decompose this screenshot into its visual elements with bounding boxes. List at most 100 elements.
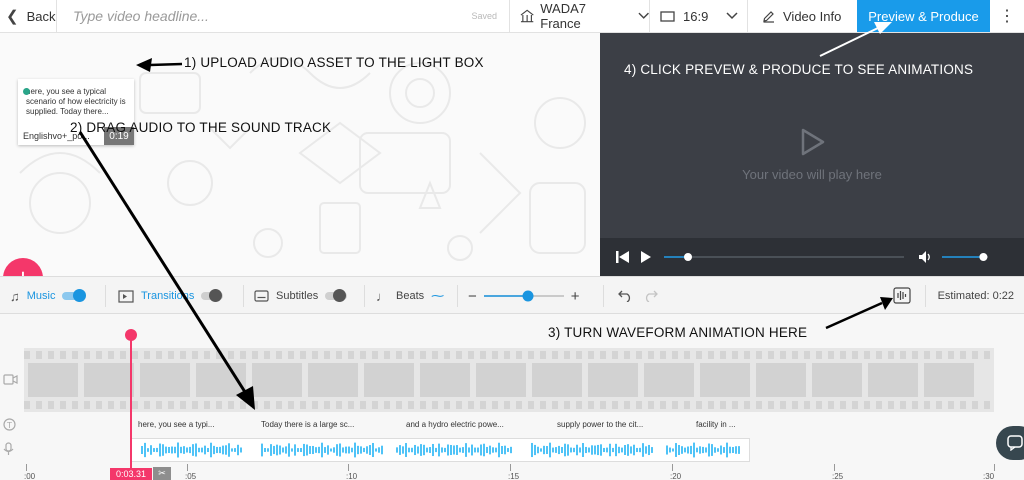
waveform-bar	[669, 447, 671, 453]
video-frame	[868, 363, 918, 397]
volume-slider[interactable]	[942, 250, 988, 264]
waveform-bar	[594, 445, 596, 455]
caption-segment[interactable]: facility in ...	[696, 420, 736, 429]
waveform-animation-button[interactable]	[893, 287, 911, 304]
waveform-bar	[219, 446, 221, 454]
waveform-bar	[378, 447, 380, 453]
undo-icon[interactable]	[618, 289, 633, 302]
play-large-icon[interactable]	[800, 127, 826, 157]
waveform-bar	[342, 447, 344, 453]
waveform-bar	[462, 447, 464, 453]
playhead-handle[interactable]	[125, 329, 137, 341]
music-toggle[interactable]	[62, 289, 87, 302]
volume-icon[interactable]	[918, 250, 932, 264]
subtitles-toggle[interactable]	[325, 289, 348, 302]
playhead[interactable]	[130, 334, 132, 480]
waveform-bar	[237, 444, 239, 456]
waveform-bar	[306, 444, 308, 456]
caption-segment[interactable]: supply power to the cit...	[557, 420, 643, 429]
waveform-bar	[609, 443, 611, 457]
waveform-bar	[297, 448, 299, 452]
quarter-note-icon: ♩	[376, 288, 389, 304]
aspect-ratio-selector[interactable]: 16:9	[650, 0, 748, 32]
audio-waveform-track[interactable]	[130, 438, 750, 462]
waveform-bar	[144, 442, 146, 458]
waveform-bar	[735, 446, 737, 454]
caption-segment[interactable]: here, you see a typi...	[138, 420, 215, 429]
video-info-button[interactable]: Video Info	[748, 0, 857, 32]
zoom-out-icon[interactable]: −	[468, 288, 477, 305]
asset-status-dot	[23, 88, 30, 95]
audio-asset-card[interactable]: here, you see a typical scenario of how …	[18, 79, 134, 145]
waveform-bar	[183, 446, 185, 454]
waveform-bar	[480, 444, 482, 456]
waveform-bar	[492, 447, 494, 453]
seek-knob[interactable]	[684, 253, 692, 261]
waveform-bar	[579, 447, 581, 453]
waveform-bar	[417, 446, 419, 454]
brand-selector[interactable]: WADA7 France	[510, 0, 650, 32]
saved-status: Saved	[471, 11, 497, 21]
waveform-bar	[204, 445, 206, 455]
back-button[interactable]: ❮ Back	[0, 0, 57, 32]
zoom-knob[interactable]	[522, 290, 534, 302]
beats-label: Beats	[396, 290, 425, 302]
waveform-bar	[471, 444, 473, 456]
transitions-toggle[interactable]	[201, 289, 224, 302]
ruler-tick	[26, 464, 27, 471]
play-icon[interactable]	[640, 250, 652, 264]
waveform-bar	[177, 442, 179, 458]
waveform-bar	[294, 444, 296, 456]
waveform-bar	[504, 445, 506, 455]
aspect-ratio-icon	[660, 10, 675, 22]
waveform-bar	[150, 445, 152, 455]
player-controls	[600, 238, 1024, 276]
ruler-label: :25	[832, 472, 844, 480]
caption-segment[interactable]: and a hydro electric powe...	[406, 420, 504, 429]
caption-segment[interactable]: Today there is a large sc...	[261, 420, 354, 429]
waveform-bar	[651, 447, 653, 453]
ruler-label: :15	[508, 472, 520, 480]
app-root: ❮ Back Saved WADA7 France 16:9 Video Inf…	[0, 0, 1024, 480]
waveform-bar	[729, 446, 731, 454]
waveform-bar	[309, 446, 311, 454]
toggle-knob	[209, 289, 223, 302]
headline-input[interactable]	[73, 8, 453, 24]
chat-support-button[interactable]	[996, 426, 1024, 460]
zoom-slider[interactable]	[483, 289, 564, 303]
waveform-bar	[240, 447, 242, 453]
video-frame	[644, 363, 694, 397]
waveform-bar	[426, 447, 428, 453]
waveform-bar	[495, 447, 497, 453]
waveform-bar	[612, 447, 614, 453]
back-label: Back	[26, 8, 56, 24]
waveform-bar	[645, 446, 647, 454]
waveform-bar	[510, 446, 512, 454]
waveform-bar	[282, 447, 284, 453]
beats-wave-icon[interactable]: ⁓	[431, 288, 444, 304]
volume-knob[interactable]	[979, 253, 988, 261]
scissors-icon[interactable]: ✂	[153, 467, 171, 480]
waveform-bar	[285, 446, 287, 454]
waveform-bar	[666, 445, 668, 455]
waveform-bar	[324, 447, 326, 453]
skip-back-icon[interactable]	[616, 250, 630, 264]
video-frame	[364, 363, 414, 397]
preview-produce-button[interactable]: Preview & Produce	[857, 0, 990, 32]
redo-icon[interactable]	[643, 289, 658, 302]
more-menu-icon[interactable]: ⋮	[990, 0, 1024, 32]
aspect-ratio-label: 16:9	[683, 8, 709, 24]
brand-icon	[520, 9, 534, 23]
subtitles-label: Subtitles	[276, 290, 319, 302]
video-frame	[756, 363, 806, 397]
video-track[interactable]	[24, 348, 994, 412]
waveform-bar	[597, 444, 599, 456]
zoom-in-icon[interactable]: +	[571, 288, 580, 305]
waveform-bar	[399, 445, 401, 455]
divider	[243, 285, 244, 307]
waveform-bar	[165, 446, 167, 454]
waveform-bar	[723, 447, 725, 453]
seek-bar[interactable]	[664, 250, 904, 264]
waveform-bar	[720, 445, 722, 455]
waveform-bar	[405, 443, 407, 457]
